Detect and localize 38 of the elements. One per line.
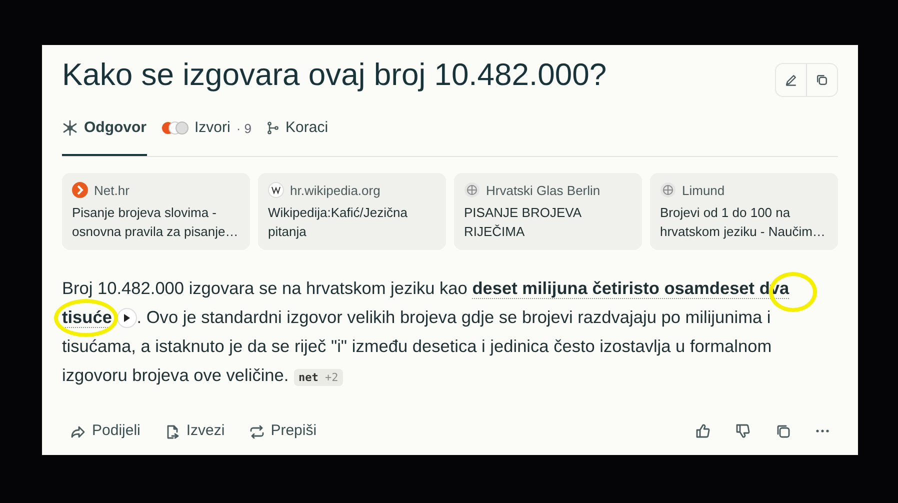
thumbs-down-icon (735, 423, 751, 440)
highlight-circle (54, 299, 118, 337)
thumbs-up-icon (695, 423, 711, 440)
export-button[interactable]: Izvezi (156, 416, 233, 447)
globe-icon (660, 182, 676, 198)
tab[interactable]: Izvori · 9 (160, 105, 252, 156)
source-site: Net.hr (94, 182, 130, 200)
question-title: Kako se izgovara ovaj broj 10.482.000? (62, 56, 607, 94)
answer-icon (62, 120, 78, 136)
source-card[interactable]: Limund Brojevi od 1 do 100 na hrvatskom jeziku - Naučim… (650, 172, 838, 250)
share-button[interactable]: Podijeli (62, 416, 148, 447)
source-title: Wikipedija:Kafić/Jezična pitanja (268, 204, 408, 241)
source-title: Brojevi od 1 do 100 na hrvatskom jeziku - Naučim… (660, 204, 826, 241)
source-card[interactable]: Hrvatski Glas Berlin PISANJE BROJEVA RIJEČIMA (454, 172, 642, 250)
steps-icon (266, 121, 280, 136)
source-card[interactable]: Net.hr Pisanje brojeva slovima - osnovna pravila za pisanje… (62, 172, 250, 250)
source-logos-icon (160, 121, 188, 136)
globe-icon (464, 182, 480, 198)
pencil-icon (784, 72, 798, 87)
tab[interactable]: Odgovor (62, 105, 146, 156)
site-logo-icon (72, 182, 88, 198)
rewrite-icon (248, 424, 265, 440)
copy-icon (775, 423, 791, 440)
citation-badge[interactable]: net +2 (294, 368, 344, 386)
copy-icon (815, 72, 829, 87)
play-button[interactable] (116, 308, 137, 328)
source-site: hr.wikipedia.org (290, 182, 380, 200)
play-icon (122, 314, 131, 322)
share-icon (70, 424, 86, 440)
source-site: Limund (682, 182, 725, 200)
site-logo-icon (268, 182, 284, 198)
source-title: PISANJE BROJEVA RIJEČIMA (464, 204, 582, 241)
source-site: Hrvatski Glas Berlin (486, 182, 600, 200)
more-icon (815, 429, 830, 434)
tab[interactable]: Koraci (266, 105, 328, 156)
rewrite-button[interactable]: Prepiši (240, 416, 325, 447)
source-card[interactable]: hr.wikipedia.org Wikipedija:Kafić/Jezična pitanja (258, 172, 446, 250)
source-title: Pisanje brojeva slovima - osnovna pravila za pisanje… (72, 204, 240, 241)
